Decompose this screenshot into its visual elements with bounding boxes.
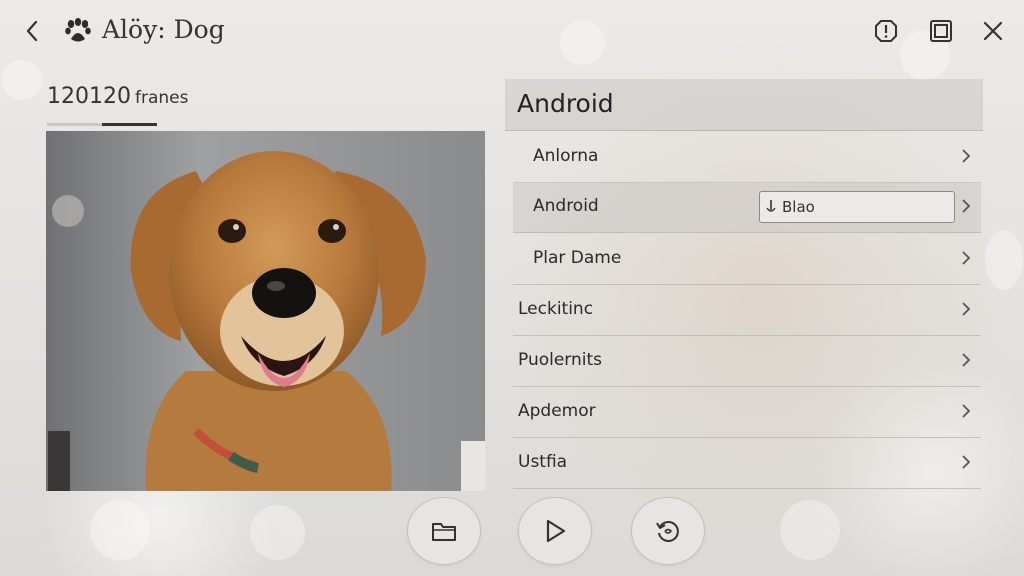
info-button[interactable] [872,17,900,45]
close-button[interactable] [979,17,1007,45]
menu-item-plar-dame[interactable]: Plar Dame [513,234,981,285]
android-value-text: Blao [782,198,815,216]
background-bokeh [90,500,150,560]
frames-unit: franes [134,88,189,108]
dog-image [46,131,485,491]
chevron-right-icon [962,353,971,367]
window-button[interactable] [927,17,955,45]
folder-button[interactable] [407,497,481,565]
menu-item-label: Apdemor [518,401,596,421]
play-icon [546,519,566,543]
menu-item-apdemor[interactable]: Apdemor [513,387,981,438]
dog-photo[interactable] [46,131,485,491]
menu-item-ustfia[interactable]: Ustfia [513,438,981,489]
menu-item-label: Puolernits [518,350,603,370]
background-bokeh [250,505,305,560]
menu-item-label: Anlorna [533,146,599,166]
menu-item-label: Leckitinc [518,299,594,319]
chevron-right-icon [962,149,971,163]
paw-icon [65,18,91,42]
app-title: Alöy: Dog [102,15,225,44]
menu-item-label: Plar Dame [533,248,622,268]
chevron-right-icon [962,251,971,265]
title-bar: Alöy: Dog [0,0,1024,64]
menu-item-label: Android [533,196,599,216]
frames-count: 120120 [47,84,131,109]
menu-item-anlorna[interactable]: Anlorna [513,132,981,183]
frames-counter: 120120 franes [47,84,188,109]
background-bokeh [780,500,840,560]
close-icon [983,21,1003,41]
menu-item-android[interactable]: Android Blao [513,182,981,233]
menu-item-label: Ustfia [518,452,568,472]
play-button[interactable] [518,497,592,565]
android-value-field[interactable]: Blao [759,191,955,223]
background-bokeh [985,230,1023,290]
menu-item-puolernits[interactable]: Puolernits [513,336,981,387]
mic-icon [766,200,776,212]
panel-title: Android [517,89,614,118]
chevron-right-icon [962,455,971,469]
frames-progress-fill [102,123,157,126]
replay-button[interactable] [631,497,705,565]
info-icon [875,20,897,42]
replay-icon [656,520,679,542]
background-bokeh [2,60,42,100]
chevron-right-icon [962,404,971,418]
chevron-right-icon [962,199,971,213]
window-icon [930,20,952,42]
frames-progress-bar[interactable] [47,123,157,126]
chevron-left-icon [26,20,38,42]
menu-item-leckitinc[interactable]: Leckitinc [513,285,981,336]
folder-icon [432,523,456,541]
panel-header: Android [505,79,983,131]
chevron-right-icon [962,302,971,316]
back-button[interactable] [18,16,46,46]
